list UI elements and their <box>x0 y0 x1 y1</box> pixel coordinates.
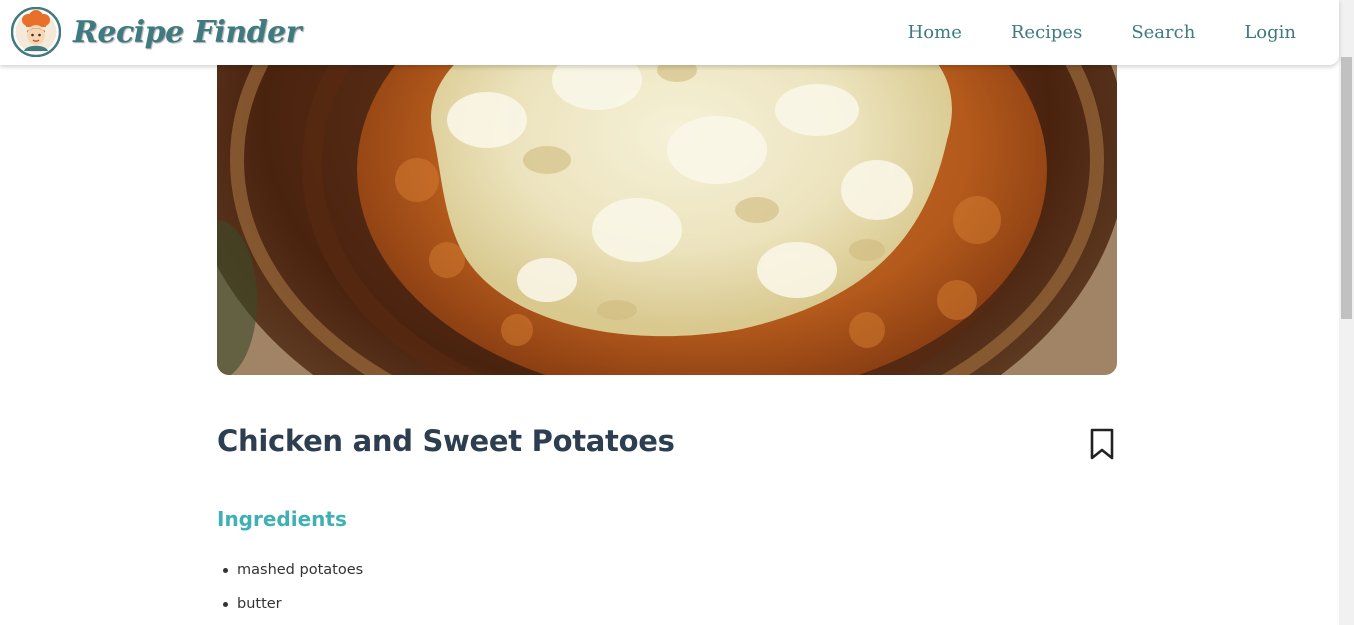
bullet-icon <box>223 602 228 607</box>
ingredients-heading: Ingredients <box>217 507 347 531</box>
ingredients-list: mashed potatoes butter <box>217 558 363 625</box>
list-item: butter <box>217 592 363 625</box>
vertical-scrollbar[interactable] <box>1339 0 1354 625</box>
navbar: Recipe Finder Home Recipes Search Login <box>0 0 1339 65</box>
nav-login[interactable]: Login <box>1244 22 1296 43</box>
scrollbar-thumb[interactable] <box>1341 57 1352 319</box>
nav-recipes[interactable]: Recipes <box>1011 22 1082 43</box>
ingredient-text: butter <box>237 596 282 612</box>
list-item: mashed potatoes <box>217 558 363 592</box>
nav-home[interactable]: Home <box>908 22 962 43</box>
nav-search[interactable]: Search <box>1131 22 1195 43</box>
brand-link[interactable]: Recipe Finder <box>11 5 302 59</box>
page: Recipe Finder Home Recipes Search Login … <box>0 0 1354 625</box>
bullet-icon <box>223 568 228 573</box>
recipe-title: Chicken and Sweet Potatoes <box>217 424 675 458</box>
chef-logo-icon <box>11 7 61 57</box>
recipe-title-row: Chicken and Sweet Potatoes <box>217 420 1117 470</box>
main-nav: Home Recipes Search Login <box>859 0 1296 65</box>
ingredient-text: mashed potatoes <box>237 562 364 578</box>
brand-name: Recipe Finder <box>73 14 302 50</box>
bookmark-icon[interactable] <box>1089 428 1115 460</box>
